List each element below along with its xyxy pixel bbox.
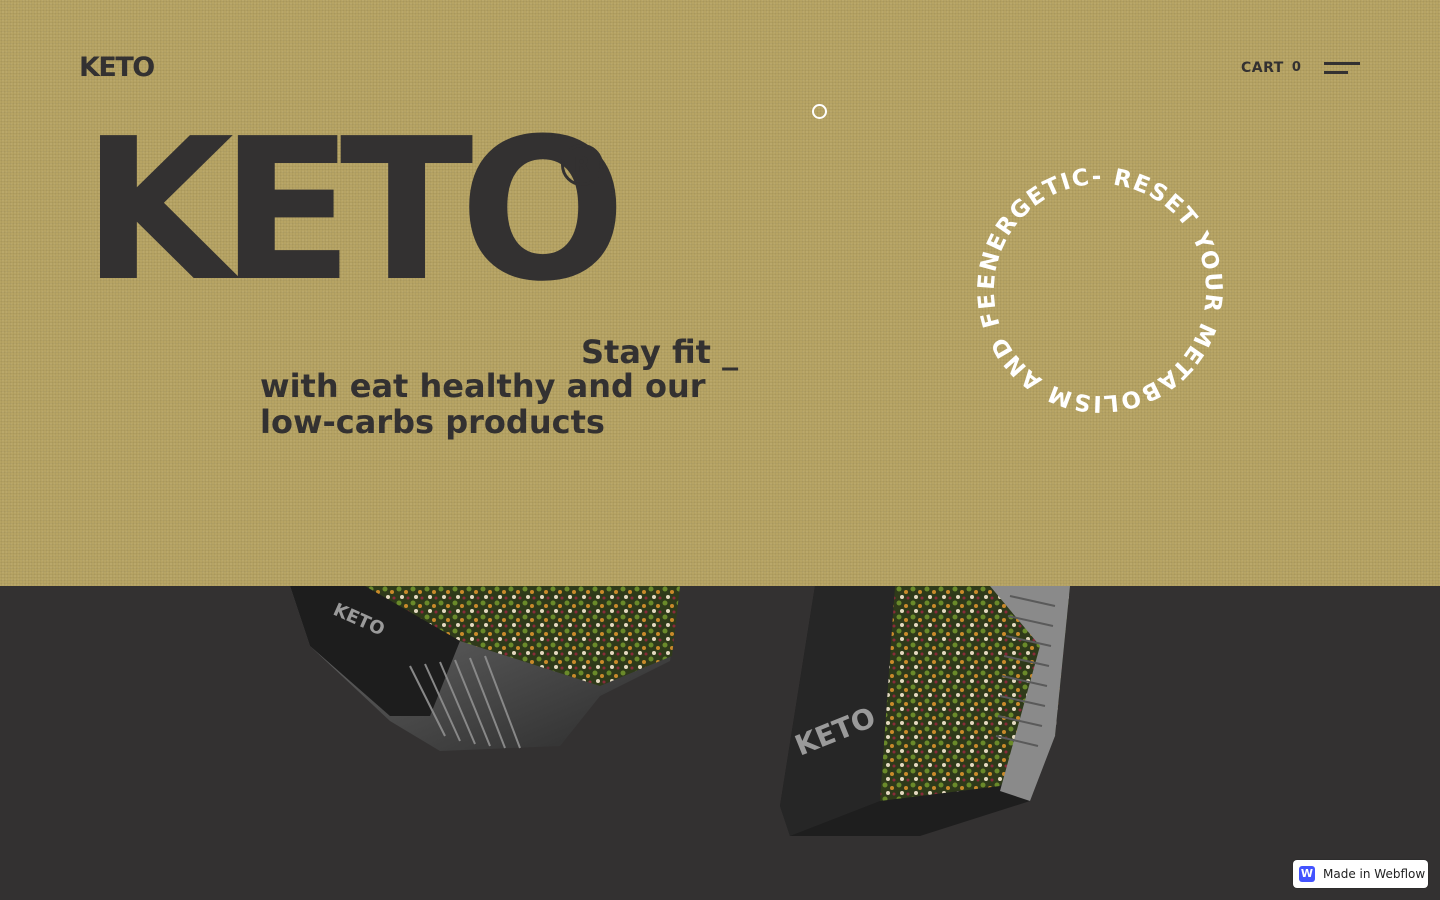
hero-title: KETO <box>82 97 626 325</box>
hamburger-menu-icon[interactable] <box>1322 60 1362 80</box>
product-package-left: KETO <box>290 586 680 751</box>
cursor-indicator <box>812 104 827 119</box>
tagline-text: with eat healthy and our low-carbs produ… <box>260 367 706 441</box>
made-in-webflow-badge[interactable]: W Made in Webflow <box>1293 860 1428 888</box>
rotating-circular-text: ENERGETIC- RESET YOUR METABOLISM AND FEE… <box>970 160 1226 416</box>
cart-link[interactable]: CART 0 <box>1241 60 1301 76</box>
webflow-logo-icon: W <box>1299 866 1315 882</box>
hero-section: KETO CART 0 KETO R Stay fit _ with eat h… <box>0 0 1440 586</box>
cart-count: 0 <box>1291 60 1302 75</box>
site-logo[interactable]: KETO <box>79 52 155 83</box>
registered-mark-icon: R <box>561 144 603 186</box>
svg-text:ENERGETIC- RESET YOUR METABOLI: ENERGETIC- RESET YOUR METABOLISM AND FEE… <box>970 160 1226 416</box>
menu-line-bottom <box>1324 71 1348 74</box>
menu-line-top <box>1324 62 1360 65</box>
tagline-heading: Stay fit _ <box>581 333 739 371</box>
product-package-right: KETO <box>780 586 1070 836</box>
webflow-badge-label: Made in Webflow <box>1323 867 1426 881</box>
cart-label: CART <box>1241 60 1284 76</box>
circular-text: ENERGETIC- RESET YOUR METABOLISM AND FEE… <box>970 160 1225 416</box>
